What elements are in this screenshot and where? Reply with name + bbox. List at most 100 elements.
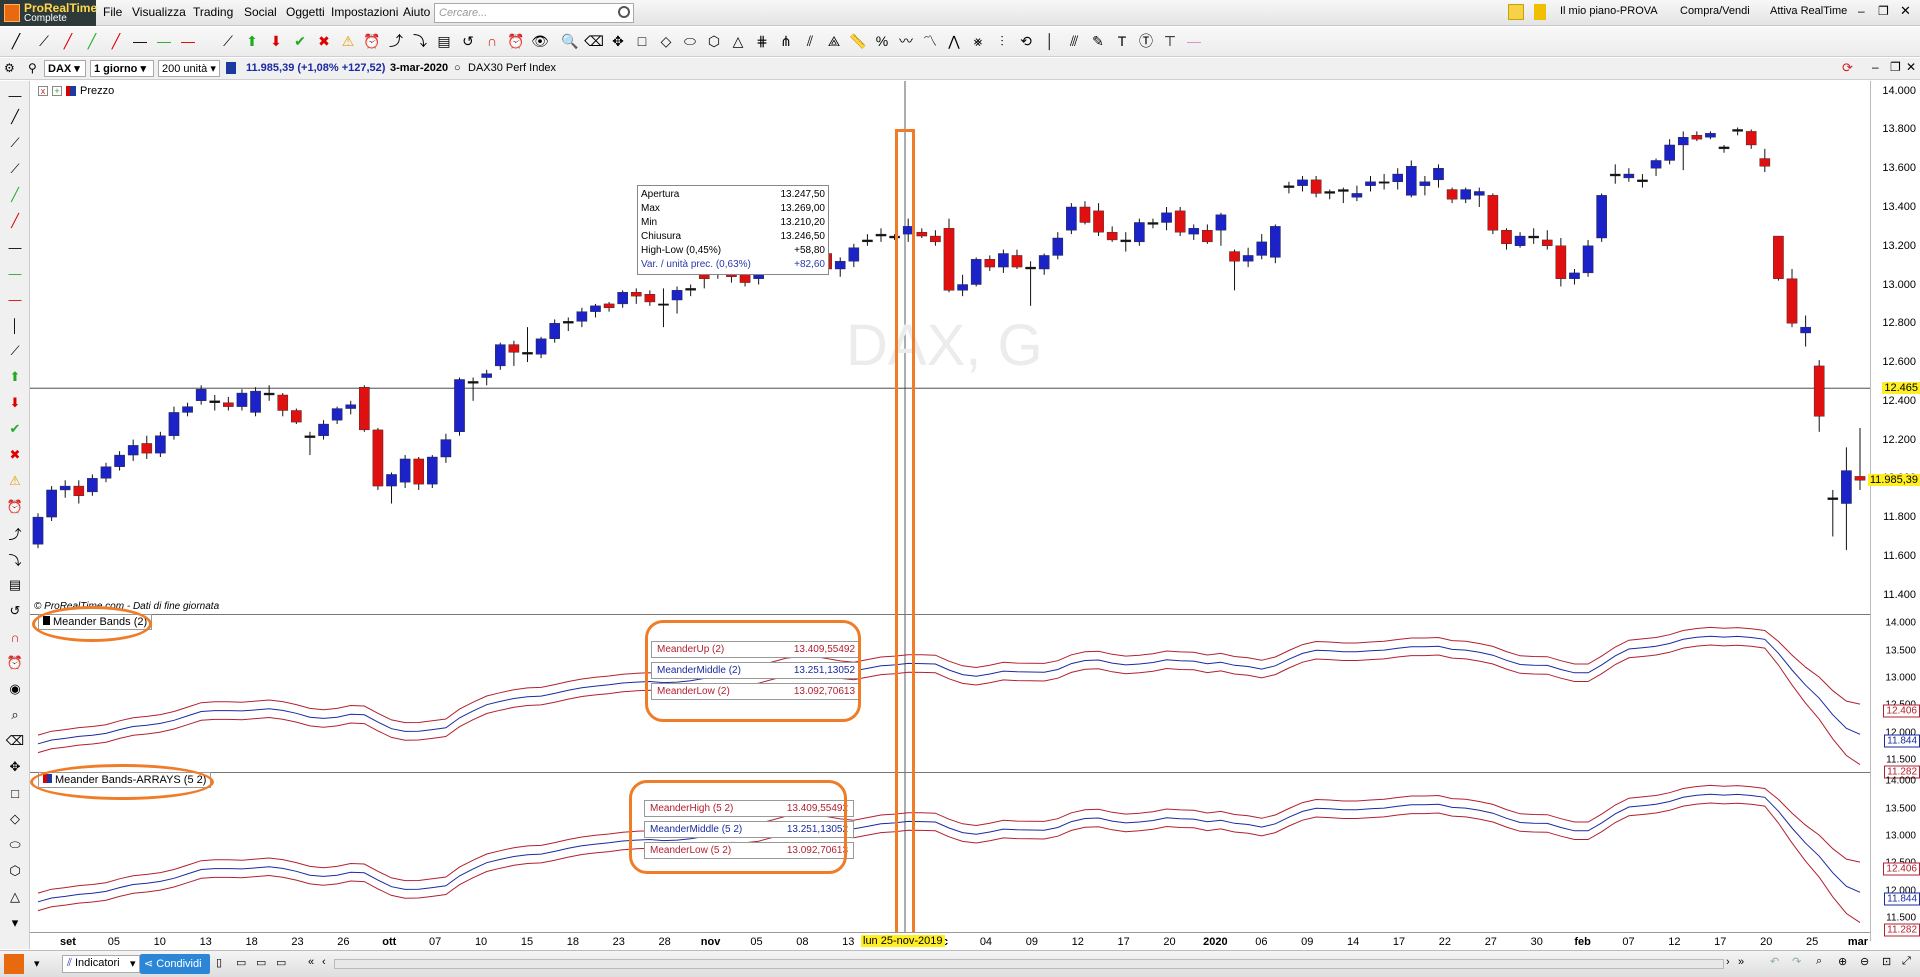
- redo-zoom-icon[interactable]: ↷: [1792, 955, 1801, 968]
- zoom-reset-icon[interactable]: ⤢: [1902, 955, 1911, 968]
- remove-icon[interactable]: x: [38, 86, 48, 96]
- panel-separator[interactable]: [30, 614, 1920, 615]
- time-axis[interactable]: set 05 10 13 18 23 26 ott 07 10 15 18 23 28 nov 05 08 13 1…: [30, 932, 1870, 950]
- menu-help[interactable]: Aiuto: [403, 5, 430, 19]
- symbol-select[interactable]: DAX ▾: [44, 60, 86, 77]
- scroll-right-icon[interactable]: ›: [1726, 956, 1730, 968]
- add-icon[interactable]: +: [52, 86, 62, 96]
- logo-icon-small[interactable]: [4, 954, 24, 974]
- eye-icon[interactable]: 👁: [530, 31, 550, 51]
- arrow-down-icon[interactable]: ⬇: [266, 31, 286, 51]
- menu-social[interactable]: Social: [244, 5, 277, 19]
- ideas-icon[interactable]: [1508, 4, 1524, 20]
- ellipse-icon-left[interactable]: ⬭: [5, 835, 25, 855]
- ruler-icon[interactable]: 📏: [848, 31, 868, 51]
- move-icon-left[interactable]: ✥: [5, 757, 25, 777]
- arrow-up-icon[interactable]: ⬆: [242, 31, 262, 51]
- price-chart[interactable]: [30, 81, 1870, 941]
- channel-icon[interactable]: ⫽: [800, 31, 820, 51]
- line-icon[interactable]: ╱: [5, 107, 25, 127]
- diamond-icon[interactable]: ◇: [656, 31, 676, 51]
- warning-icon[interactable]: ⚠: [338, 31, 358, 51]
- note-icon[interactable]: ⊤: [1160, 31, 1180, 51]
- red-line-icon[interactable]: ╱: [58, 31, 78, 51]
- menu-file[interactable]: File: [103, 5, 122, 19]
- pitchfork-icon[interactable]: ⋔: [776, 31, 796, 51]
- cycle-icon[interactable]: ⟲: [1016, 31, 1036, 51]
- move-icon[interactable]: ✥: [608, 31, 628, 51]
- dropdown-icon[interactable]: ▾: [34, 957, 40, 970]
- indicators-button[interactable]: ⫽ Indicatori: [62, 955, 140, 973]
- ellipse-icon[interactable]: ⬭: [680, 31, 700, 51]
- polygon-icon-left[interactable]: ⬡: [5, 861, 25, 881]
- menu-trading[interactable]: Trading: [193, 5, 233, 19]
- window-close-icon[interactable]: ✕: [1906, 60, 1916, 74]
- scroll-right-fast-icon[interactable]: »: [1738, 956, 1744, 968]
- green-hline-icon[interactable]: —: [5, 263, 25, 283]
- indicators-dropdown-icon[interactable]: ▾: [130, 957, 136, 970]
- restore-icon[interactable]: ❐: [1878, 4, 1889, 18]
- alert-icon[interactable]: ⏰: [506, 31, 526, 51]
- units-select[interactable]: 200 unità ▾: [158, 60, 220, 77]
- trend-down-icon-left[interactable]: ⤵: [5, 549, 25, 569]
- trend-up-icon[interactable]: ⤴: [386, 31, 406, 51]
- flag-icon[interactable]: [1534, 4, 1546, 20]
- minimize-icon[interactable]: –: [1858, 4, 1865, 18]
- rectangle-icon-left[interactable]: □: [5, 783, 25, 803]
- alert-icon-left[interactable]: ⏰: [5, 653, 25, 673]
- eraser-icon[interactable]: ⌫: [584, 31, 604, 51]
- zoom-in-icon[interactable]: ⊕: [1838, 955, 1847, 968]
- point-line-icon[interactable]: ⟋: [218, 31, 238, 51]
- window-restore-icon[interactable]: ❐: [1890, 60, 1901, 74]
- more-icon-left[interactable]: ▾: [5, 913, 25, 933]
- refresh-icon[interactable]: ⟳: [1842, 60, 1853, 76]
- chart-icon-left[interactable]: ▤: [5, 575, 25, 595]
- undo-zoom-icon[interactable]: ↶: [1770, 955, 1779, 968]
- zoom-out-icon[interactable]: ⊖: [1860, 955, 1869, 968]
- undo-icon-left[interactable]: ↺: [5, 601, 25, 621]
- zoom-icon-left[interactable]: ⌕: [5, 705, 25, 725]
- triangle-icon-left[interactable]: △: [5, 887, 25, 907]
- timeline-scrollbar[interactable]: [334, 959, 1724, 969]
- text-circle-icon[interactable]: Ⓣ: [1136, 31, 1156, 51]
- diamond-icon-left[interactable]: ◇: [5, 809, 25, 829]
- buy-sell-button[interactable]: Compra/Vendi: [1680, 5, 1750, 17]
- red-segment-icon[interactable]: ╱: [106, 31, 126, 51]
- search-icon[interactable]: [618, 6, 630, 18]
- menu-objects[interactable]: Oggetti: [286, 5, 325, 19]
- green-horizontal-icon[interactable]: —: [154, 31, 174, 51]
- scroll-left-one-icon[interactable]: ‹: [322, 956, 326, 968]
- segment-icon[interactable]: ⟋: [5, 133, 25, 153]
- link-icon[interactable]: ⚲: [28, 61, 37, 75]
- trend-up-icon-left[interactable]: ⤴: [5, 523, 25, 543]
- tab-icon[interactable]: ▯: [216, 956, 222, 969]
- tab-icon[interactable]: ▭: [256, 956, 266, 969]
- cross-icon-left[interactable]: ✖: [5, 445, 25, 465]
- red-line-icon-left[interactable]: ╱: [5, 211, 25, 231]
- check-icon[interactable]: ✔: [290, 31, 310, 51]
- settings-icon[interactable]: ⚙: [4, 61, 15, 75]
- red-hline-icon[interactable]: —: [5, 289, 25, 309]
- magnet-icon[interactable]: ∩: [482, 31, 502, 51]
- regression-icon[interactable]: ⫻: [1064, 31, 1084, 51]
- point-icon[interactable]: ⟋: [5, 341, 25, 361]
- fibonacci-icon[interactable]: ⋕: [752, 31, 772, 51]
- undo-icon[interactable]: ↺: [458, 31, 478, 51]
- eye-icon-left[interactable]: ◉: [5, 679, 25, 699]
- red-horizontal-icon[interactable]: —: [178, 31, 198, 51]
- zoom-range-icon[interactable]: ⊡: [1882, 955, 1891, 968]
- tab-icon[interactable]: ▭: [276, 956, 286, 969]
- line-tool-icon[interactable]: ╱: [6, 31, 26, 51]
- gann-icon[interactable]: ⨳: [968, 31, 988, 51]
- window-minimize-icon[interactable]: –: [1872, 60, 1879, 74]
- vline-icon[interactable]: │: [5, 315, 25, 335]
- arrow-up-icon-left[interactable]: ⬆: [5, 367, 25, 387]
- check-icon-left[interactable]: ✔: [5, 419, 25, 439]
- cursor-icon[interactable]: —: [5, 85, 25, 105]
- triangle-icon[interactable]: △: [728, 31, 748, 51]
- menu-settings[interactable]: Impostazioni: [331, 5, 398, 19]
- trend-down-icon[interactable]: ⤵: [410, 31, 430, 51]
- zoom-icon[interactable]: 🔍: [560, 31, 580, 51]
- price-label[interactable]: Prezzo: [80, 85, 114, 97]
- zigzag-icon[interactable]: 〰: [896, 31, 916, 51]
